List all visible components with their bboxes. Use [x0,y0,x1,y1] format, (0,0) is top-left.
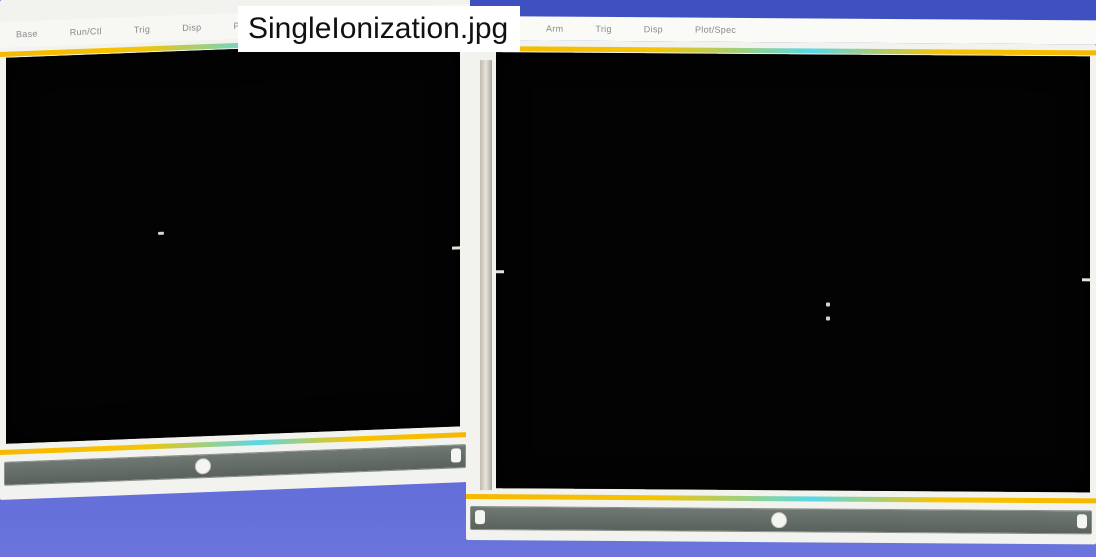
right-scroll-end[interactable] [1077,514,1087,529]
right-menu-item[interactable]: Trig [579,24,627,34]
left-menu-item[interactable]: Run/Ctl [54,25,118,37]
left-window: Base Run/Ctl Trig Disp Plot/Spec [0,0,470,501]
left-menu-item[interactable]: Trig [118,24,166,36]
right-scroll-thumb[interactable] [771,512,787,529]
right-menu-item[interactable]: Plot/Spec [679,24,752,35]
right-scroll-start[interactable] [475,510,485,525]
file-title: SingleIonization.jpg [238,6,521,52]
right-menu-item[interactable]: Disp [628,24,679,34]
left-menu-item[interactable]: Disp [166,22,217,34]
right-scrollbar[interactable] [470,506,1092,535]
right-edge-tick [1082,278,1090,282]
right-hit-dot [826,316,830,321]
right-menu-item[interactable]: Arm [530,23,579,34]
left-scroll-end[interactable] [451,448,461,463]
left-detector-display[interactable] [6,40,460,444]
left-scroll-thumb[interactable] [195,457,211,475]
right-edge-tick [496,270,504,274]
right-window: Arm Trig Disp Plot/Spec [466,16,1096,545]
left-edge-tick [452,246,460,250]
left-menu-item[interactable]: Base [0,28,54,40]
right-detector-display[interactable] [496,52,1090,493]
left-hit-dot [158,231,164,235]
right-hit-dot [826,302,830,307]
right-window-edge [480,60,492,491]
